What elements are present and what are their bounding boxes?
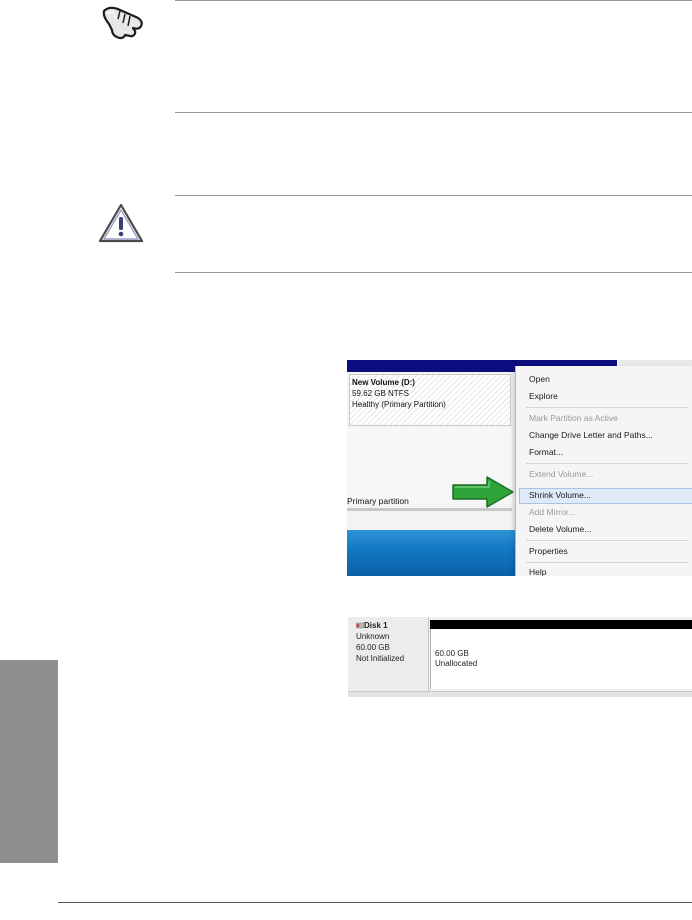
volume-panel[interactable]: New Volume (D:) 59.62 GB NTFS Healthy (P…: [349, 374, 511, 426]
green-arrow-icon: [451, 475, 515, 514]
unallocated-region[interactable]: 60.00 GB Unallocated: [430, 629, 692, 689]
menu-item-open[interactable]: Open: [529, 374, 550, 385]
menu-item-shrink[interactable]: Shrink Volume...: [529, 490, 591, 501]
disk-info-panel[interactable]: Disk 1 Unknown 60.00 GB Not Initialized: [348, 617, 429, 695]
menu-item-add-mirror[interactable]: Add Mirror...: [529, 507, 575, 518]
chapter-side-tab: [0, 660, 58, 863]
note-bottom-rule: [175, 112, 692, 113]
disk-state: Not Initialized: [356, 654, 405, 663]
menu-item-mark-active[interactable]: Mark Partition as Active: [529, 413, 618, 424]
disk-label: Disk 1: [364, 621, 388, 630]
note-top-rule: [175, 0, 692, 1]
menu-item-change-letter[interactable]: Change Drive Letter and Paths...: [529, 430, 653, 441]
desktop-taskbar-area: [347, 530, 515, 576]
menu-separator: [526, 562, 688, 563]
menu-item-explore[interactable]: Explore: [529, 391, 558, 402]
disk-screenshot: Disk 1 Unknown 60.00 GB Not Initialized …: [348, 617, 692, 697]
menu-separator: [526, 463, 688, 464]
menu-item-delete[interactable]: Delete Volume...: [529, 524, 591, 535]
menu-item-format[interactable]: Format...: [529, 447, 563, 458]
volume-name: New Volume (D:): [352, 378, 415, 387]
menu-separator: [526, 540, 688, 541]
region-status: Unallocated: [435, 659, 478, 668]
menu-item-help[interactable]: Help: [529, 567, 546, 576]
menu-item-extend[interactable]: Extend Volume...: [529, 469, 593, 480]
disk-error-icon: [356, 622, 364, 629]
disk-type: Unknown: [356, 632, 390, 641]
primary-partition-label: Primary partition: [347, 496, 409, 506]
warning-triangle-icon: [98, 202, 144, 249]
unallocated-header-bar: [430, 620, 692, 629]
volume-status: Healthy (Primary Partition): [352, 400, 446, 409]
footer-rule: [58, 902, 692, 903]
caution-bottom-rule: [175, 272, 692, 273]
menu-separator: [526, 407, 688, 408]
disk-capacity: 60.00 GB: [356, 643, 390, 652]
hand-pointing-icon: [100, 2, 146, 47]
disk-bottom-edge: [348, 691, 692, 697]
region-size: 60.00 GB: [435, 649, 469, 658]
menu-item-properties[interactable]: Properties: [529, 546, 568, 557]
context-menu-screenshot: New Volume (D:) 59.62 GB NTFS Healthy (P…: [347, 360, 692, 576]
volume-size: 59.62 GB NTFS: [352, 389, 409, 398]
caution-top-rule: [175, 195, 692, 196]
context-menu: Open Explore Mark Partition as Active Ch…: [515, 366, 692, 576]
